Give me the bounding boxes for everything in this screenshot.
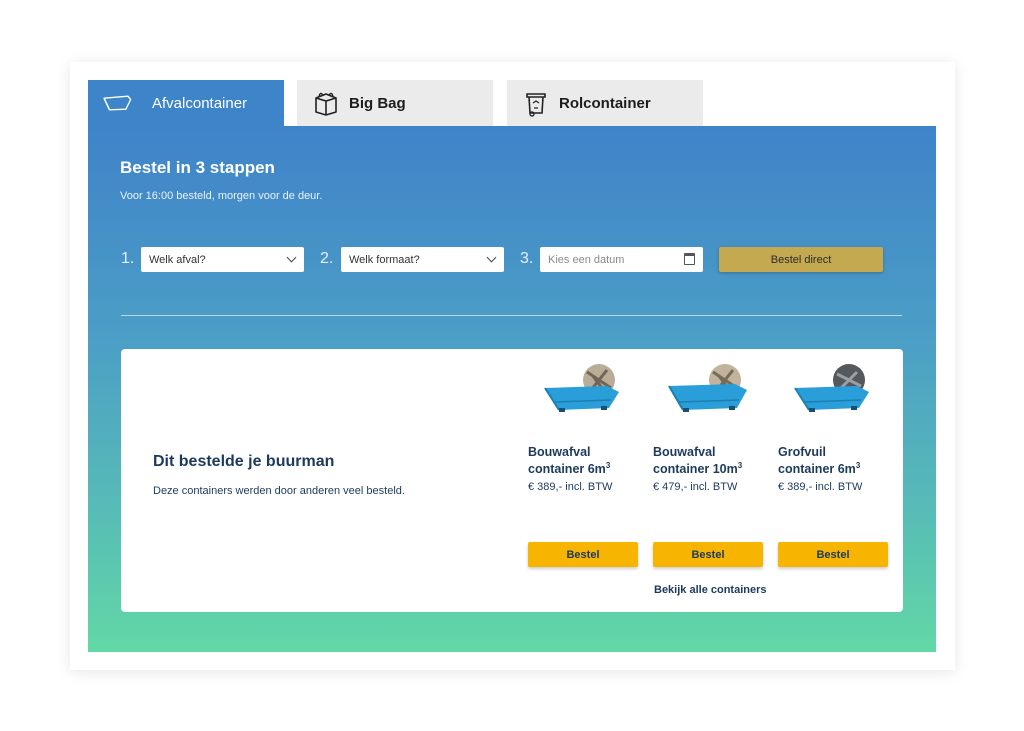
recommendations-subtitle: Deze containers werden door anderen veel…	[153, 485, 405, 497]
product-name-line2: container 6m	[528, 462, 606, 477]
chevron-down-icon	[486, 252, 497, 263]
container-image	[544, 364, 619, 412]
tab-rolcontainer[interactable]: Rolcontainer	[507, 80, 703, 126]
tab-afvalcontainer-label: Afvalcontainer	[152, 94, 248, 112]
recommendations-title: Dit bestelde je buurman	[153, 453, 335, 470]
container-image	[794, 364, 869, 412]
product-name-sup: 3	[855, 461, 861, 470]
tab-big-bag[interactable]: Big Bag	[297, 80, 493, 126]
product-name-line2: container 6m	[778, 462, 856, 477]
product-name-sup: 3	[737, 461, 743, 470]
product-name-sup: 3	[605, 461, 611, 470]
skip-container-icon	[102, 88, 132, 118]
size-select[interactable]: Welk formaat?	[341, 247, 504, 272]
order-button[interactable]: Bestel	[528, 542, 638, 567]
tab-rolcontainer-label: Rolcontainer	[559, 94, 651, 112]
product-name-line1: Bouwafval	[528, 445, 591, 459]
view-all-containers-link[interactable]: Bekijk alle containers	[654, 584, 767, 596]
order-title: Bestel in 3 stappen	[120, 158, 275, 177]
step-2-number: 2.	[320, 250, 334, 267]
divider	[121, 315, 902, 316]
product-price: € 479,- incl. BTW	[653, 481, 738, 493]
product-price: € 389,- incl. BTW	[778, 481, 863, 493]
order-button[interactable]: Bestel	[653, 542, 763, 567]
product-name-line1: Grofvuil	[778, 445, 826, 459]
product-name: Bouwafval container 6m3	[528, 445, 638, 476]
product-name: Bouwafval container 10m3	[653, 445, 763, 476]
step-1-number: 1.	[121, 250, 135, 267]
step-3-number: 3.	[520, 250, 534, 267]
size-select-value: Welk formaat?	[349, 253, 420, 266]
product-price: € 389,- incl. BTW	[528, 481, 613, 493]
order-now-button[interactable]: Bestel direct	[719, 247, 883, 272]
product-name-line1: Bouwafval	[653, 445, 716, 459]
product-name-line2: container 10m	[653, 462, 738, 477]
waste-type-select[interactable]: Welk afval?	[141, 247, 304, 272]
big-bag-icon	[311, 88, 341, 118]
order-button[interactable]: Bestel	[778, 542, 888, 567]
date-field[interactable]: Kies een datum	[540, 247, 703, 272]
date-field-placeholder: Kies een datum	[548, 253, 625, 266]
tab-afvalcontainer[interactable]: Afvalcontainer	[88, 80, 284, 126]
product-name: Grofvuil container 6m3	[778, 445, 888, 476]
tab-big-bag-label: Big Bag	[349, 94, 406, 112]
container-image	[668, 364, 747, 412]
order-subtitle: Voor 16:00 besteld, morgen voor de deur.	[120, 190, 323, 202]
chevron-down-icon	[286, 252, 297, 263]
wheelie-bin-icon	[521, 88, 551, 118]
waste-type-select-value: Welk afval?	[149, 253, 206, 266]
calendar-icon[interactable]	[684, 253, 695, 265]
